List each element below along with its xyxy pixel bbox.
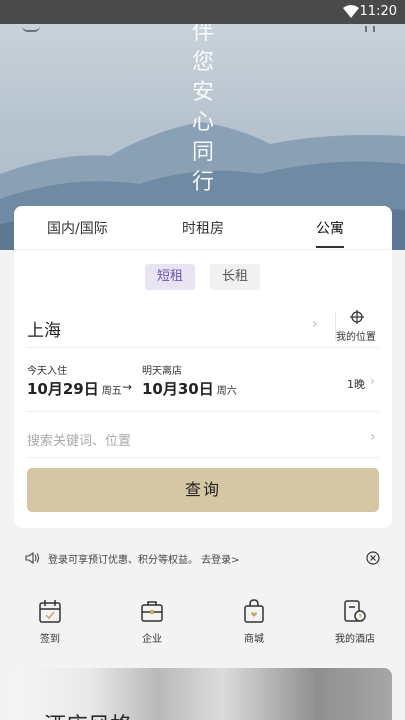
checkout-date: 10月30日 周六 (142, 378, 237, 399)
search-placeholder: 搜索关键词、位置 (27, 434, 132, 449)
date-selector[interactable]: 今天入住 10月29日 周五 → 明天离店 10月30日 周六 1晚 › (27, 354, 379, 412)
quick-checkin[interactable]: 签到 (10, 590, 90, 645)
chevron-right-icon: › (312, 316, 318, 332)
checkin-date-value: 10月29日 (27, 380, 99, 398)
chevron-right-icon: › (370, 429, 376, 445)
shopping-bag-icon (244, 599, 264, 623)
quick-mall[interactable]: 商城 (214, 590, 294, 645)
hero-decoration-right (365, 26, 375, 32)
quick-enterprise-label: 企业 (142, 634, 162, 645)
status-bar: 11:20 (0, 0, 405, 24)
checkout-caption: 明天离店 (142, 366, 182, 377)
login-notice-text[interactable]: 登录可享预订优惠、积分等权益。 去登录> (48, 551, 240, 566)
chevron-right-icon: › (370, 374, 375, 388)
checkin-caption: 今天入住 (27, 366, 67, 377)
checkout-weekday: 周六 (216, 386, 237, 397)
speaker-icon (25, 551, 40, 565)
tab-domestic-international[interactable]: 国内/国际 (47, 218, 108, 238)
slogan-char: 伴 (191, 24, 214, 45)
my-location-button[interactable]: 我的位置 (336, 328, 376, 343)
quick-mall-label: 商城 (244, 634, 264, 645)
slogan-char: 心 (191, 110, 214, 135)
active-tab-indicator (316, 246, 344, 248)
booking-card: 国内/国际 时租房 公寓 短租 长租 上海 › 我的位置 今天入住 10月29日… (14, 206, 392, 528)
hotel-clock-icon (344, 600, 366, 622)
quick-my-hotel-label: 我的酒店 (335, 634, 375, 645)
hero-slogan: 伴 您 安 心 同 行 (190, 24, 216, 198)
segment-short-rent[interactable]: 短租 (145, 264, 196, 290)
city-value: 上海 (27, 321, 61, 341)
slogan-char: 同 (191, 140, 214, 165)
checkout-date-value: 10月30日 (142, 380, 214, 398)
nights-count: 1晚 (347, 378, 365, 391)
booking-tabs: 国内/国际 时租房 公寓 (14, 206, 392, 250)
promo-banner[interactable]: 酒店风格 (14, 668, 392, 720)
slogan-char: 安 (191, 80, 214, 105)
quick-enterprise[interactable]: 企业 (112, 590, 192, 645)
close-icon[interactable] (366, 551, 380, 565)
keyword-search[interactable]: 搜索关键词、位置 › (27, 416, 379, 458)
segment-long-rent[interactable]: 长租 (210, 264, 261, 290)
tab-apartment[interactable]: 公寓 (316, 218, 344, 238)
promo-title: 酒店风格 (44, 708, 132, 720)
query-button[interactable]: 查询 (27, 468, 379, 512)
quick-my-hotel[interactable]: 我的酒店 (315, 590, 395, 645)
slogan-char: 行 (191, 170, 214, 195)
calendar-check-icon (39, 600, 61, 623)
date-arrow: → (122, 380, 133, 394)
checkin-date: 10月29日 周五 (27, 378, 122, 399)
city-selector[interactable]: 上海 › 我的位置 (27, 302, 379, 348)
briefcase-icon (141, 601, 163, 622)
login-notice-bar[interactable]: 登录可享预订优惠、积分等权益。 去登录> (14, 540, 392, 576)
status-time: 11:20 (359, 4, 397, 19)
checkin-weekday: 周五 (101, 386, 122, 397)
quick-checkin-label: 签到 (40, 634, 60, 645)
crosshair-location-icon[interactable] (350, 310, 364, 324)
quick-actions: 签到 企业 商城 我的酒店 (0, 590, 405, 656)
wifi-icon (343, 5, 359, 18)
slogan-char: 您 (191, 50, 214, 75)
tab-hourly-room[interactable]: 时租房 (182, 218, 224, 238)
